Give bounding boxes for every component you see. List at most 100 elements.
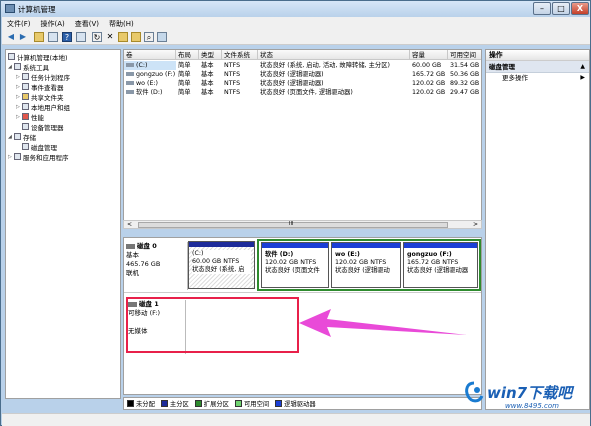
tree-item-label: 性能 [31,113,44,122]
volume-row-cell: 状态良好 (系统, 启动, 活动, 故障转储, 主分区) [260,62,390,69]
legend-swatch [234,400,242,407]
volume-row-cell: 状态良好 (逻辑驱动器) [260,80,324,87]
tree-item-label: 服务和应用程序 [23,153,69,162]
console-tree-icon[interactable] [48,32,58,42]
tree-item-label: 设备管理器 [31,123,64,132]
volume-row-cell: NTFS [224,89,241,96]
tree-item-device-manager[interactable]: 设备管理器 [22,122,64,132]
tree-item-performance[interactable]: ▷ 性能 [16,112,44,122]
volume-row-cell: 基本 [201,80,214,87]
tree-item-task-scheduler[interactable]: ▷ 任务计划程序 [16,72,70,82]
column-header-filesystem[interactable]: 文件系统 [222,50,258,60]
disk-icon[interactable] [157,32,167,42]
column-header-type[interactable]: 类型 [199,50,222,60]
scroll-thumb[interactable]: III [138,221,448,228]
scroll-left-icon[interactable]: < [127,221,132,228]
partition-e[interactable]: wo (E:) 120.02 GB NTFS 状态良好 (逻辑驱动 [331,242,401,288]
volume-row-cell: 基本 [201,89,214,96]
menu-bar: 文件(F) 操作(A) 查看(V) 帮助(H) [2,17,590,29]
volume-row-name[interactable]: (C:) [124,61,176,70]
actions-section-disk-management[interactable]: 磁盘管理 ▲ [486,61,589,73]
volume-name-text: (C:) [136,62,148,69]
tree-item-services-apps[interactable]: ▷ 服务和应用程序 [8,152,69,162]
legend-label: 主分区 [169,401,189,408]
tree-item-event-viewer[interactable]: ▷ 事件查看器 [16,82,64,92]
legend-label: 扩展分区 [203,401,229,408]
volume-row-cell: 89.32 GB [450,80,480,87]
users-icon [22,103,29,110]
minimize-button[interactable]: – [533,2,551,15]
maximize-button[interactable]: □ [552,2,570,15]
device-manager-icon [22,123,29,130]
actions-header: 操作 [486,50,589,61]
event-viewer-icon [22,83,29,90]
partition-d[interactable]: 软件 (D:) 120.02 GB NTFS 状态良好 (页面文件 [261,242,329,288]
disk-0-status: 联机 [126,269,139,277]
status-bar [2,413,590,426]
delete-icon[interactable]: ✕ [105,32,115,42]
tree-item-shared-folders[interactable]: ▷ 共享文件夹 [16,92,64,102]
volume-row-cell: 基本 [201,71,214,78]
folder-icon[interactable] [131,32,141,42]
forward-icon[interactable]: ▶ [18,32,28,42]
tree-item-storage[interactable]: ◢ 存储 [8,132,36,142]
more-actions-label: 更多操作 [502,74,528,82]
column-header-volume[interactable]: 卷 [124,50,176,60]
disk-0-info[interactable]: 磁盘 0 基本 465.76 GB 联机 [126,242,188,290]
drive-icon [126,63,134,67]
folder-up-icon[interactable] [34,32,44,42]
column-header-status[interactable]: 状态 [258,50,410,60]
volume-row-cell: 状态良好 (页面文件, 逻辑驱动器) [260,89,353,96]
column-header-capacity[interactable]: 容量 [410,50,448,60]
annotation-arrow [299,309,467,337]
volume-row-name[interactable]: wo (E:) [124,79,176,88]
partition-d-status: 状态良好 (页面文件 [265,267,320,274]
legend-swatch [127,400,134,407]
partition-f-size: 165.72 GB NTFS [407,259,459,266]
tree-item-disk-management[interactable]: 磁盘管理 [22,142,57,152]
collapse-up-icon[interactable]: ▲ [580,61,585,73]
tools-icon [14,63,21,70]
partition-c[interactable]: (C:) 60.00 GB NTFS 状态良好 (系统, 启 [188,241,255,289]
column-header-layout[interactable]: 布局 [176,50,199,60]
back-icon[interactable]: ◀ [6,32,16,42]
legend-swatch [194,400,202,407]
tree-item-system-tools[interactable]: ◢ 系统工具 [8,62,49,72]
volume-row-cell: 状态良好 (逻辑驱动器) [260,71,324,78]
partition-e-status: 状态良好 (逻辑驱动 [335,267,390,274]
search-icon[interactable]: ⌕ [144,32,154,42]
close-button[interactable]: X [571,2,589,15]
volume-row-cell: 31.54 GB [450,62,480,69]
tree-item-label: 系统工具 [23,63,49,72]
partition-e-size: 120.02 GB NTFS [335,259,387,266]
tree-item-label: 本地用户和组 [31,103,70,112]
volume-row-name[interactable]: 软件 (D:) [124,88,176,97]
performance-icon [22,113,29,120]
open-icon[interactable] [118,32,128,42]
column-header-free[interactable]: 可用空间 [448,50,481,60]
properties-icon[interactable] [76,32,86,42]
partition-c-bar [189,242,254,247]
tree-item-label: 存储 [23,133,36,142]
horizontal-scrollbar[interactable]: < III > [123,220,482,229]
legend-swatch [160,400,168,407]
tree-item-label: 任务计划程序 [31,73,70,82]
tree-item-computer-management[interactable]: 计算机管理(本地) [8,52,68,62]
help-icon[interactable]: ? [62,32,72,42]
tree-item-local-users[interactable]: ▷ 本地用户和组 [16,102,70,112]
toolbar: ◀ ▶ ? ↻ ✕ ⌕ [2,29,590,45]
volume-row-cell: 基本 [201,62,214,69]
title-bar[interactable]: 计算机管理 – □ X [1,1,590,17]
app-icon [5,4,15,13]
refresh-icon[interactable]: ↻ [92,32,102,42]
partition-e-bar [332,243,400,248]
partition-f[interactable]: gongzuo (F:) 165.72 GB NTFS 状态良好 (逻辑驱动器 [403,242,478,288]
volume-row-cell: NTFS [224,80,241,87]
storage-icon [14,133,21,140]
volume-row-name[interactable]: gongzuo (F:) [124,70,176,79]
scroll-right-icon[interactable]: > [473,221,478,228]
partition-f-status: 状态良好 (逻辑驱动器 [407,267,469,274]
more-actions[interactable]: 更多操作 ▶ [486,73,589,83]
volume-list: 卷 布局 类型 文件系统 状态 容量 可用空间 (C:) 简单 基本 NTFS 状态良好… [123,49,482,227]
partition-c-name: (C:) [192,250,251,258]
